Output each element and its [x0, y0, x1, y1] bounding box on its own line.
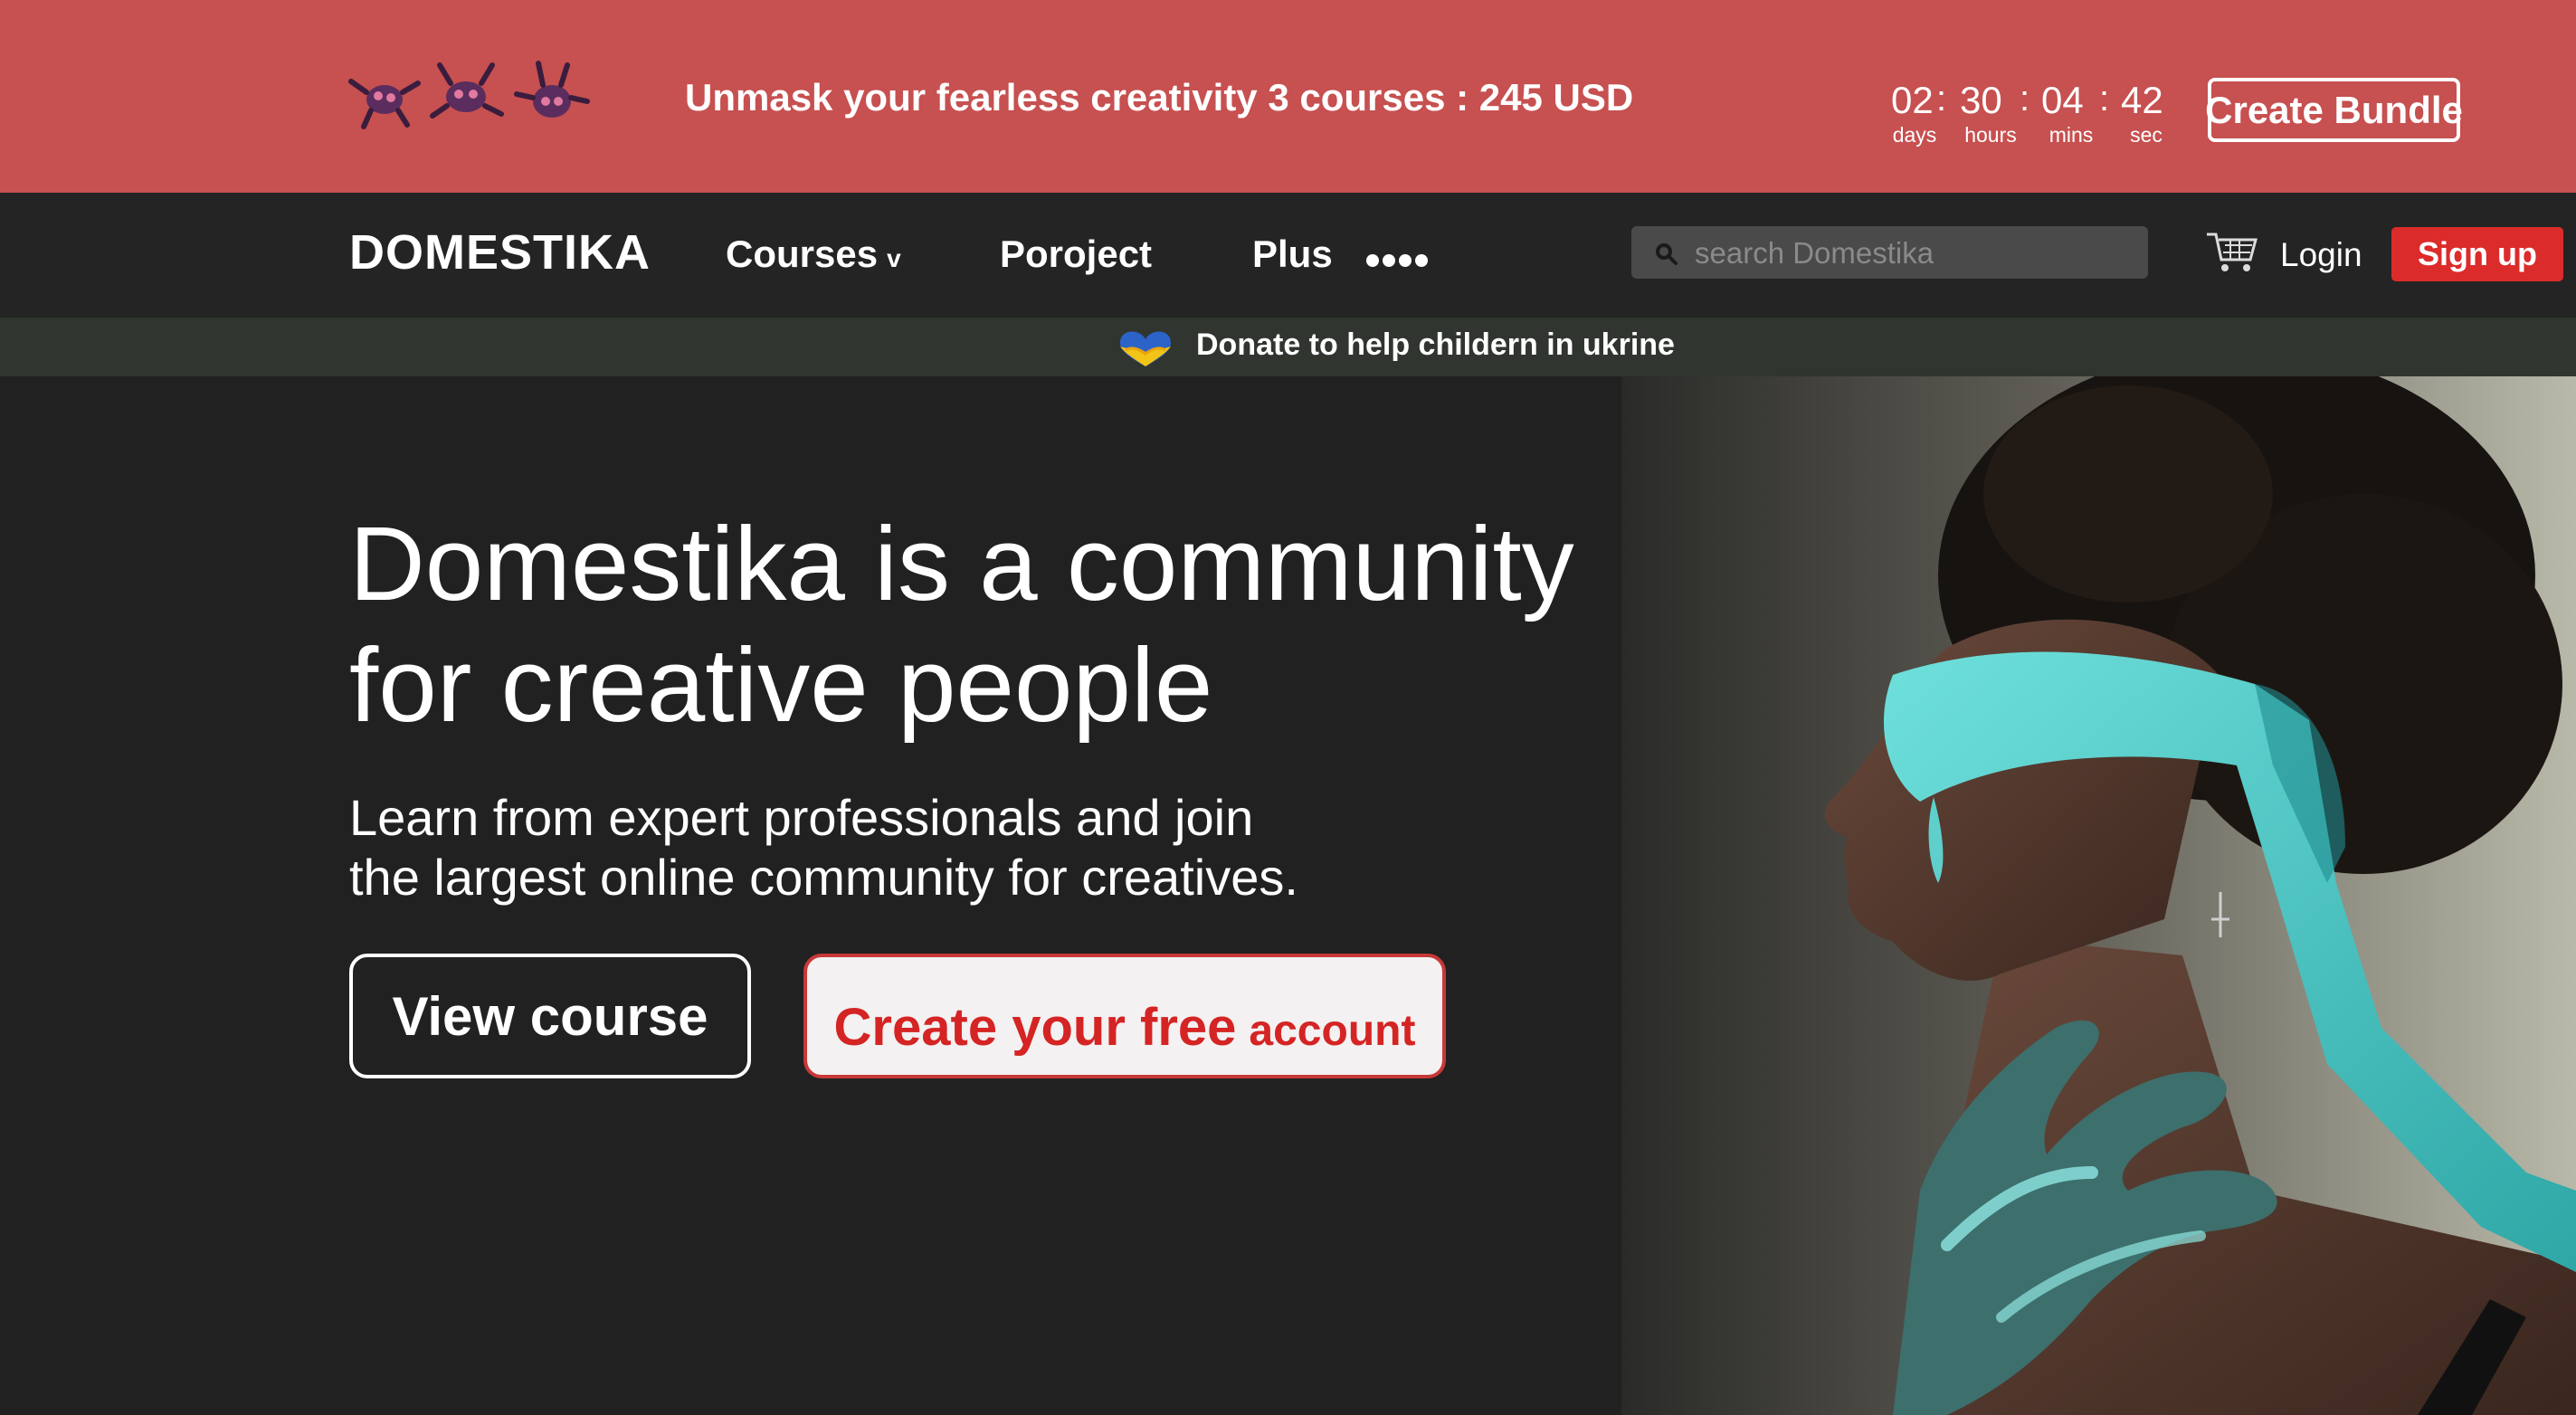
create-account-label-small: account	[1249, 1007, 1416, 1055]
countdown-days-label: days	[1892, 123, 1937, 147]
nav-item-plus[interactable]: Plus	[1252, 233, 1333, 276]
view-course-button[interactable]: View course	[349, 954, 751, 1078]
create-bundle-button[interactable]: Create Bundle	[2205, 78, 2463, 142]
countdown-separator: :	[2099, 79, 2110, 119]
hero-title-line: for creative people	[349, 626, 1213, 744]
mask-figure-icon	[514, 61, 590, 118]
nav-item-label: Courses	[726, 233, 879, 275]
countdown-days: 02	[1891, 79, 1934, 121]
hero-photo	[1621, 376, 2576, 1415]
countdown-separator: :	[2020, 79, 2030, 119]
chevron-down-icon: v	[887, 244, 901, 272]
nav-item-project[interactable]: Poroject	[1000, 233, 1152, 276]
countdown-timer: 02 : 30 : 04 : 42 days hours mins sec	[1891, 78, 2172, 150]
promo-banner: Unmask your fearless creativity 3 course…	[0, 0, 2576, 193]
blindfolded-woman-image	[1621, 376, 2576, 1415]
login-link[interactable]: Login	[2280, 236, 2362, 274]
search-input[interactable]	[1693, 226, 2131, 280]
hero-subtitle-line: the largest online community for creativ…	[349, 849, 1298, 906]
hero-title: Domestika is a community for creative pe…	[349, 503, 1634, 745]
ukraine-heart-icon	[1120, 331, 1171, 366]
donate-link[interactable]: Donate to help childern in ukrine	[1196, 328, 1675, 363]
countdown-hours: 30	[1960, 79, 2002, 121]
search-bar	[1631, 226, 2148, 280]
countdown-mins-label: mins	[2048, 123, 2094, 147]
hero-subtitle-line: Learn from expert professionals and join	[349, 789, 1254, 846]
countdown-separator: :	[1936, 79, 1947, 119]
countdown-hours-label: hours	[1964, 123, 2017, 147]
donate-banner: Donate to help childern in ukrine	[0, 318, 2576, 376]
more-dots-icon[interactable]	[1366, 254, 1428, 269]
create-account-label: Create your free	[833, 998, 1237, 1057]
main-navigation: DOMESTIKA Courses v Poroject Plus Login S…	[0, 193, 2576, 318]
domestika-logo[interactable]: DOMESTIKA	[349, 224, 651, 280]
hero-title-line: Domestika is a community	[349, 505, 1574, 622]
countdown-mins: 04	[2041, 79, 2084, 121]
mask-figure-icon	[430, 62, 504, 119]
mask-figure-icon	[348, 79, 421, 129]
signup-button[interactable]: Sign up	[2391, 227, 2563, 281]
nav-item-courses[interactable]: Courses v	[726, 233, 901, 276]
promo-message: Unmask your fearless creativity 3 course…	[685, 76, 1634, 119]
hero-section: Domestika is a community for creative pe…	[0, 376, 2576, 1415]
cart-icon[interactable]	[2205, 229, 2259, 274]
create-account-button[interactable]: Create your free account	[803, 954, 1446, 1078]
hero-subtitle: Learn from expert professionals and join…	[349, 788, 1435, 907]
search-icon	[1656, 243, 1678, 265]
countdown-sec: 42	[2121, 79, 2163, 121]
countdown-sec-label: sec	[2130, 123, 2163, 147]
